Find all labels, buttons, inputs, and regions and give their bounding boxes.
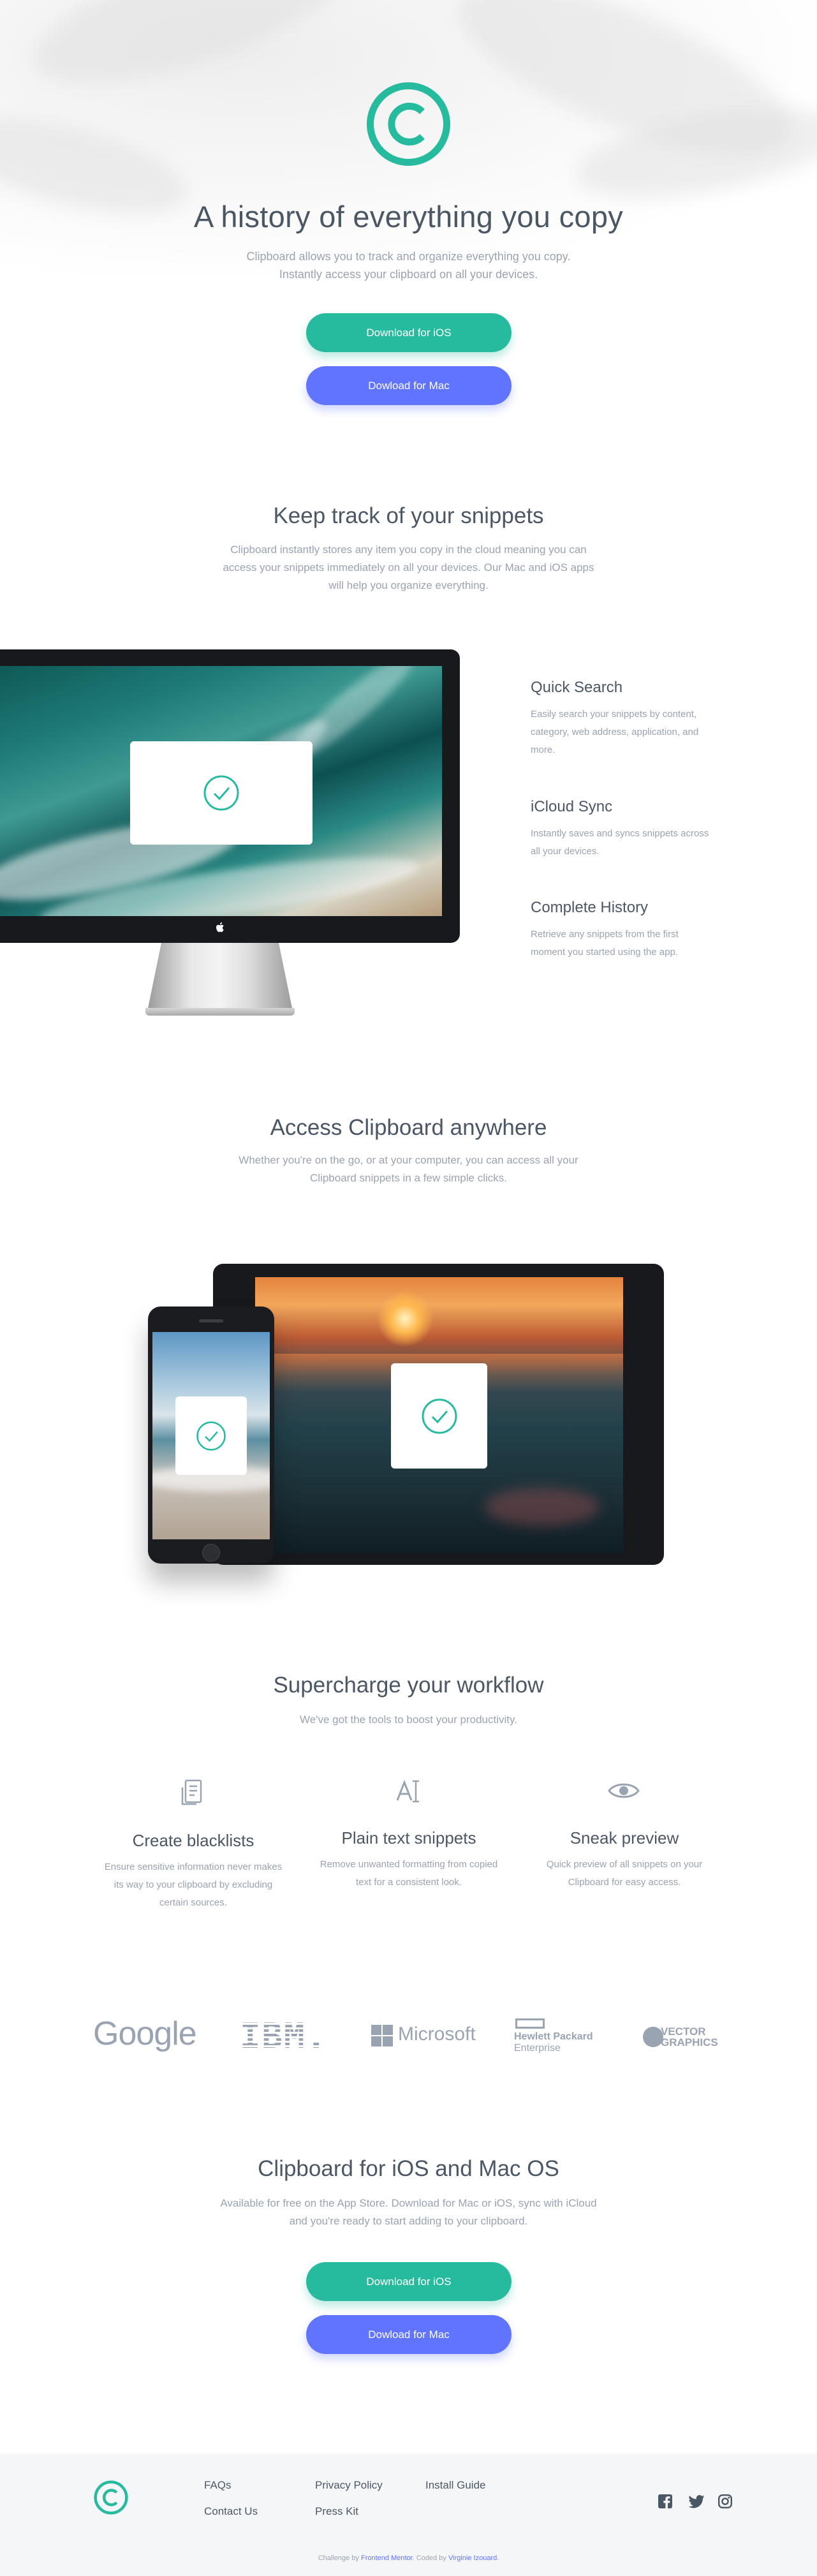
snippets-title: Keep track of your snippets xyxy=(273,503,544,528)
monitor-stand xyxy=(147,943,293,1014)
apple-logo-icon xyxy=(216,922,224,932)
download-ios-button[interactable]: Download for iOS xyxy=(306,313,512,352)
access-description: Whether you're on the go, or at your com… xyxy=(239,1154,578,1184)
feature-quick-search: Quick Search Easily search your snippets… xyxy=(531,679,699,755)
vector-graphics-logo: VECTOR GRAPHICS xyxy=(661,2025,718,2048)
phone-home-button xyxy=(202,1544,220,1562)
hp-logo-box xyxy=(515,2018,545,2029)
attribution: Challenge by Frontend Mentor. Coded by V… xyxy=(318,2554,499,2562)
footer-logo-icon[interactable] xyxy=(94,2480,128,2515)
monitor-stand-base xyxy=(145,1008,295,1016)
checkmark-circle-icon xyxy=(203,775,239,811)
hp-logo: Hewlett Packard Enterprise xyxy=(514,2031,593,2054)
feature-icloud-sync: iCloud Sync Instantly saves and syncs sn… xyxy=(531,798,709,857)
cta-download-ios-button[interactable]: Download for iOS xyxy=(306,2262,512,2301)
access-title: Access Clipboard anywhere xyxy=(270,1115,547,1140)
footer-link-privacy[interactable]: Privacy Policy xyxy=(315,2479,383,2492)
attribution-link-author[interactable]: Virginie Izouard xyxy=(448,2554,497,2562)
feature-complete-history: Complete History Retrieve any snippets f… xyxy=(531,899,679,958)
workflow-subtitle: We've got the tools to boost your produc… xyxy=(300,1714,517,1726)
attribution-link-frontend-mentor[interactable]: Frontend Mentor xyxy=(361,2554,413,2562)
phone-check-card xyxy=(175,1396,247,1475)
download-mac-button[interactable]: Dowload for Mac xyxy=(306,366,512,405)
microsoft-logo-icon xyxy=(371,2025,393,2047)
hero-title: A history of everything you copy xyxy=(193,200,624,233)
workflow-item-sneak-preview: Sneak preview Quick preview of all snipp… xyxy=(546,1828,703,1888)
google-logo: Google xyxy=(93,2015,197,2052)
clipboard-logo-icon xyxy=(367,82,450,166)
tablet-check-card xyxy=(391,1363,487,1469)
cta-description: Available for free on the App Store. Dow… xyxy=(220,2197,597,2227)
eye-icon xyxy=(608,1783,640,1798)
text-cursor-icon xyxy=(396,1779,419,1803)
microsoft-logo: Microsoft xyxy=(398,2024,476,2045)
cta-download-mac-button[interactable]: Dowload for Mac xyxy=(306,2315,512,2354)
footer-link-install-guide[interactable]: Install Guide xyxy=(425,2479,486,2492)
workflow-item-plain-text: Plain text snippets Remove unwanted form… xyxy=(320,1828,498,1888)
instagram-icon[interactable] xyxy=(718,2494,732,2508)
document-list-icon xyxy=(181,1779,202,1805)
footer-link-faqs[interactable]: FAQs xyxy=(204,2479,232,2492)
footer-link-press-kit[interactable]: Press Kit xyxy=(315,2505,358,2518)
footer-link-contact[interactable]: Contact Us xyxy=(204,2505,258,2518)
checkmark-circle-icon xyxy=(196,1421,226,1451)
checkmark-circle-icon xyxy=(422,1398,457,1433)
ibm-logo: IBM. xyxy=(240,2016,328,2056)
phone-speaker xyxy=(199,1319,223,1322)
workflow-item-blacklists: Create blacklists Ensure sensitive infor… xyxy=(104,1831,283,1908)
facebook-icon[interactable] xyxy=(658,2494,672,2508)
snippets-description: Clipboard instantly stores any item you … xyxy=(223,544,594,591)
cta-title: Clipboard for iOS and Mac OS xyxy=(258,2156,559,2181)
twitter-icon[interactable] xyxy=(688,2495,705,2508)
hero-subtitle: Clipboard allows you to track and organi… xyxy=(246,250,571,281)
monitor-check-card xyxy=(130,741,313,845)
workflow-title: Supercharge your workflow xyxy=(273,1673,544,1698)
